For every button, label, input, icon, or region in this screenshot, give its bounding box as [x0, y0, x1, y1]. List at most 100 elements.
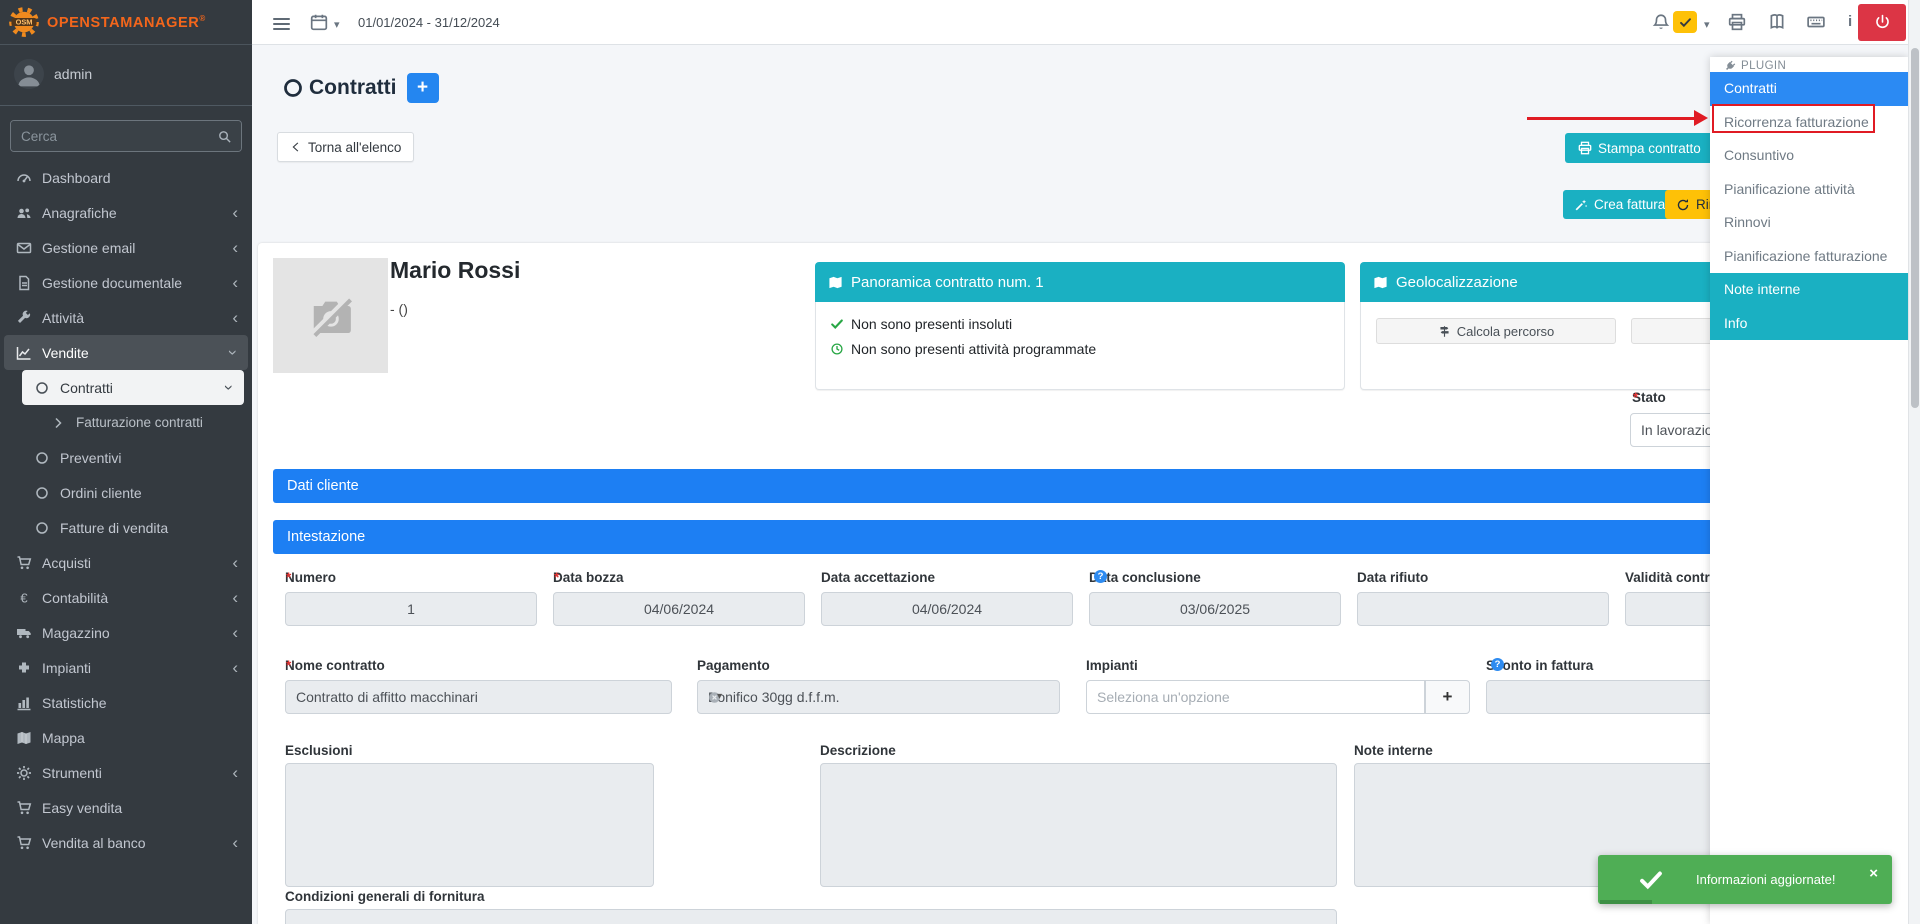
sidebar-item-label: Contabilità	[42, 590, 108, 606]
plugin-item-note-interne[interactable]: Note interne	[1710, 273, 1908, 307]
plugin-item-info[interactable]: Info	[1710, 307, 1908, 341]
camera-slash-icon	[308, 293, 354, 339]
sidebar-item-label: Dashboard	[42, 170, 111, 186]
section-intestazione[interactable]: Intestazione	[273, 520, 1875, 554]
sidebar-item-label: Gestione email	[42, 240, 135, 256]
sidebar-item-statistiche[interactable]: Statistiche	[0, 685, 252, 720]
annotation-arrow-line	[1527, 117, 1697, 120]
sidebar-item-fatturazione-contratti[interactable]: Fatturazione contratti	[0, 405, 252, 440]
sidebar-item-strumenti[interactable]: Strumenti ‹	[0, 755, 252, 790]
condizioni-textarea[interactable]	[285, 909, 1337, 924]
users-icon	[16, 205, 32, 221]
plugin-item-rinnovi[interactable]: Rinnovi	[1710, 206, 1908, 240]
sidebar-item-label: Impianti	[42, 660, 91, 676]
record-card: Mario Rossi - () Panoramica contratto nu…	[258, 243, 1890, 924]
status-check-badge[interactable]	[1673, 11, 1697, 33]
sidebar-item-ordini-cliente[interactable]: Ordini cliente	[0, 475, 252, 510]
sidebar-item-label: Vendite	[42, 345, 89, 361]
print-icon[interactable]	[1728, 13, 1746, 36]
scrollbar-thumb[interactable]	[1911, 48, 1919, 408]
sidebar-item-anagrafiche[interactable]: Anagrafiche ‹	[0, 195, 252, 230]
circle-icon	[34, 485, 50, 501]
search-button[interactable]	[208, 121, 241, 151]
add-impianto-button[interactable]: +	[1425, 680, 1470, 714]
data-bozza-input[interactable]: 04/06/2024	[553, 592, 805, 626]
sidebar-item-gestione-email[interactable]: Gestione email ‹	[0, 230, 252, 265]
sidebar-item-vendita-al-banco[interactable]: Vendita al banco ‹	[0, 825, 252, 860]
data-rifiuto-input[interactable]	[1357, 592, 1609, 626]
back-to-list-button[interactable]: Torna all'elenco	[277, 132, 414, 162]
sidebar-item-label: Mappa	[42, 730, 85, 746]
sidebar-item-magazzino[interactable]: Magazzino ‹	[0, 615, 252, 650]
sidebar-item-easy-vendita[interactable]: Easy vendita	[0, 790, 252, 825]
chart-line-icon	[16, 345, 32, 361]
info-icon[interactable]: i	[1848, 13, 1852, 30]
sidebar-item-contabilit[interactable]: Contabilità ‹	[0, 580, 252, 615]
nome-contratto-input[interactable]: Contratto di affitto macchinari	[285, 680, 672, 714]
menu-toggle-icon[interactable]	[273, 15, 290, 33]
sidebar-item-attivit[interactable]: Attività ‹	[0, 300, 252, 335]
plugin-item-consuntivo[interactable]: Consuntivo	[1710, 139, 1908, 173]
plugin-item-pianificazione-attivit[interactable]: Pianificazione attività	[1710, 173, 1908, 207]
overview-line: Non sono presenti attività programmate	[830, 341, 1330, 357]
required-star	[1632, 390, 1638, 405]
descrizione-textarea[interactable]	[820, 763, 1337, 887]
sidebar-item-acquisti[interactable]: Acquisti ‹	[0, 545, 252, 580]
condizioni-label: Condizioni generali di fornitura	[285, 889, 485, 904]
help-icon[interactable]	[1491, 658, 1504, 671]
notifications-bell-icon[interactable]	[1652, 13, 1670, 36]
chevron-left-icon: ‹	[232, 274, 238, 291]
sidebar-item-vendite[interactable]: Vendite ‹	[4, 335, 248, 370]
date-range[interactable]: 01/01/2024 - 31/12/2024	[358, 15, 500, 30]
page-scrollbar[interactable]	[1908, 0, 1920, 924]
envelope-icon	[16, 240, 32, 256]
plugin-item-pianificazione-fatturazione[interactable]: Pianificazione fatturazione	[1710, 240, 1908, 274]
sidebar-item-dashboard[interactable]: Dashboard	[0, 160, 252, 195]
manual-book-icon[interactable]	[1768, 13, 1786, 36]
sidebar-item-fatture-di-vendita[interactable]: Fatture di vendita	[0, 510, 252, 545]
plugin-item-contratti[interactable]: Contratti	[1710, 72, 1908, 106]
user-name: admin	[54, 66, 92, 82]
customer-photo-placeholder	[273, 258, 388, 373]
map-icon	[1373, 275, 1388, 290]
toast-notification: Informazioni aggiornate! ×	[1598, 855, 1892, 904]
print-contract-button[interactable]: Stampa contratto▾	[1565, 133, 1733, 163]
circle-icon	[34, 450, 50, 466]
sidebar-item-gestione-documentale[interactable]: Gestione documentale ‹	[0, 265, 252, 300]
toast-close-icon[interactable]: ×	[1869, 865, 1878, 882]
sidebar-item-label: Easy vendita	[42, 800, 122, 816]
sidebar-item-preventivi[interactable]: Preventivi	[0, 440, 252, 475]
sidebar-item-label: Statistiche	[42, 695, 107, 711]
sidebar-item-mappa[interactable]: Mappa	[0, 720, 252, 755]
help-icon[interactable]	[1094, 570, 1107, 583]
numero-input[interactable]: 1	[285, 592, 537, 626]
page-title: Contratti	[309, 76, 397, 100]
keyboard-icon[interactable]	[1806, 13, 1826, 36]
sidebar-item-contratti[interactable]: Contratti ‹	[22, 370, 244, 405]
data-accettazione-input[interactable]: 04/06/2024	[821, 592, 1073, 626]
logout-power-button[interactable]	[1858, 4, 1906, 41]
wrench-icon	[16, 310, 32, 326]
impianti-select[interactable]: Seleziona un'opzione	[1086, 680, 1425, 714]
angle-icon	[50, 415, 66, 431]
calendar-icon[interactable]	[310, 13, 328, 36]
sidebar-item-label: Fatture di vendita	[60, 520, 168, 536]
sidebar-item-impianti[interactable]: Impianti ‹	[0, 650, 252, 685]
cart-icon	[16, 555, 32, 571]
search-input[interactable]	[11, 121, 208, 151]
calculate-route-button[interactable]: Calcola percorso	[1376, 318, 1616, 344]
create-invoice-button[interactable]: Crea fattura	[1563, 190, 1676, 219]
customer-subtitle: - ()	[390, 301, 408, 317]
data-conclusione-input[interactable]: 03/06/2025	[1089, 592, 1341, 626]
brand[interactable]: OSM OpenSTAManager®	[0, 0, 252, 45]
section-dati-cliente[interactable]: Dati cliente	[273, 469, 1875, 503]
file-icon	[16, 275, 32, 291]
esclusioni-textarea[interactable]	[285, 763, 654, 887]
required-star	[285, 658, 291, 673]
chevron-left-icon: ‹	[232, 764, 238, 781]
add-record-button[interactable]: +	[407, 73, 439, 103]
chevron-left-icon: ‹	[232, 239, 238, 256]
user-block[interactable]: admin	[0, 45, 252, 106]
badge-caret-icon[interactable]: ▾	[1704, 18, 1710, 31]
pagamento-select[interactable]: Bonifico 30gg d.f.f.m. ▾	[697, 680, 1060, 714]
